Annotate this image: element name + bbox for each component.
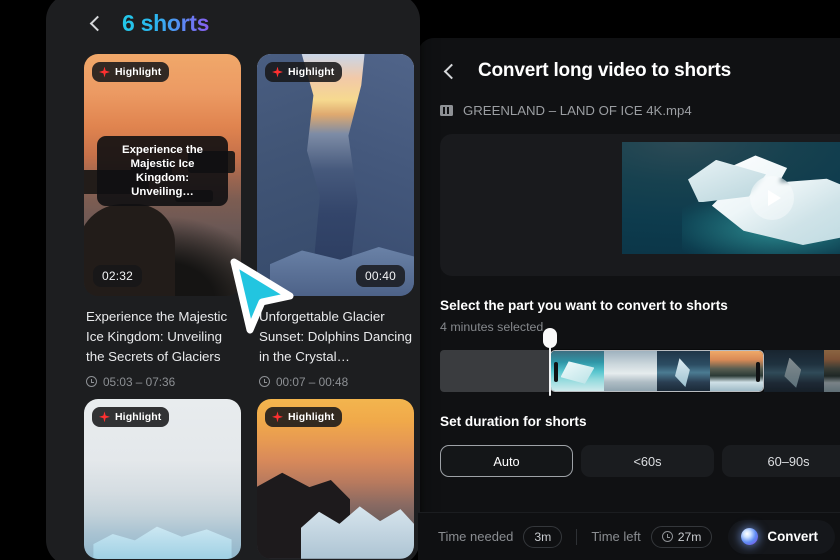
highlight-badge: Highlight [92, 406, 170, 427]
duration-option-auto[interactable]: Auto [440, 445, 573, 477]
convert-panel: Convert long video to shorts GREENLAND –… [418, 38, 840, 560]
page-title: 6 shorts [122, 9, 210, 36]
status-bar: Time needed 3m Time left 27m Convert [418, 512, 840, 560]
convert-panel-title: Convert long video to shorts [478, 60, 732, 81]
highlight-badge-label: Highlight [115, 66, 162, 78]
film-icon [440, 105, 453, 116]
short-card-range: 00:07 – 00:48 [259, 375, 412, 389]
duration-chip: 00:40 [355, 265, 405, 287]
short-card[interactable]: Highlight Experience the Majestic Ice Ki… [84, 54, 241, 389]
highlight-badge-label: Highlight [288, 410, 335, 423]
chevron-left-icon [89, 15, 105, 31]
shorts-panel: 6 shorts Highlight Experience the Majest… [46, 0, 420, 560]
chevron-left-icon [443, 63, 459, 79]
highlight-badge: Highlight [265, 62, 343, 82]
short-card[interactable]: Highlight [84, 398, 241, 559]
convert-panel-header: Convert long video to shorts [418, 38, 840, 82]
time-needed-label: Time needed [438, 529, 514, 544]
timeline-unselected-left[interactable] [440, 350, 550, 392]
short-thumbnail[interactable]: Highlight [84, 398, 241, 559]
highlight-badge: Highlight [265, 406, 343, 427]
set-duration-heading: Set duration for shorts [440, 414, 587, 429]
timeline-frame [604, 351, 657, 391]
trim-handle-left[interactable] [554, 362, 558, 382]
sparkle-icon [99, 66, 110, 78]
play-icon [767, 190, 781, 206]
divider [576, 528, 578, 545]
time-left-value-text: 27m [677, 529, 702, 544]
sparkle-icon [99, 411, 110, 423]
duration-option-60-90s[interactable]: 60–90s [722, 445, 840, 477]
convert-back-button[interactable] [440, 60, 462, 82]
short-card-range-text: 00:07 – 00:48 [276, 374, 349, 389]
playhead-knob[interactable] [543, 328, 557, 348]
caption-overlay: Experience the Majestic Ice Kingdom: Unv… [97, 136, 228, 207]
time-left-label: Time left [591, 529, 641, 544]
short-card-title: Unforgettable Glacier Sunset: Dolphins D… [259, 309, 413, 364]
source-file-row: GREENLAND – LAND OF ICE 4K.mp4 [418, 82, 840, 118]
timeline-frame [657, 351, 710, 391]
time-needed-value: 3m [523, 525, 563, 548]
clock-icon [259, 376, 270, 388]
timeline-unselected-right[interactable] [764, 350, 840, 392]
highlight-badge-label: Highlight [115, 410, 162, 423]
timeline-selection[interactable] [550, 350, 764, 392]
source-file-name: GREENLAND – LAND OF ICE 4K.mp4 [463, 103, 692, 118]
short-card-range-text: 05:03 – 07:36 [103, 374, 176, 389]
sparkle-icon [272, 411, 283, 423]
clock-icon [86, 376, 97, 388]
playhead-marker[interactable] [543, 328, 557, 396]
clock-icon [661, 531, 673, 542]
sparkle-icon [272, 66, 283, 78]
duration-option-under-60s[interactable]: <60s [581, 445, 714, 477]
app-window: 6 shorts Highlight Experience the Majest… [0, 0, 840, 560]
convert-button-label: Convert [767, 529, 819, 544]
highlight-badge: Highlight [92, 62, 170, 82]
highlight-badge-label: Highlight [288, 66, 335, 78]
orb-icon [741, 528, 759, 545]
duration-chip: 02:32 [93, 265, 143, 287]
time-left-value: 27m [650, 525, 713, 548]
short-card-range: 05:03 – 07:36 [86, 375, 239, 389]
video-preview[interactable] [440, 134, 840, 276]
select-part-heading: Select the part you want to convert to s… [440, 298, 728, 313]
video-preview-frame [622, 142, 840, 254]
shorts-back-button[interactable] [86, 12, 108, 34]
timeline-frame [551, 351, 604, 391]
short-card[interactable]: Highlight 00:40 Unforgettable Glacier Su… [257, 54, 414, 389]
short-thumbnail[interactable]: Highlight Experience the Majestic Ice Ki… [84, 54, 241, 296]
short-thumbnail[interactable]: Highlight 00:40 [257, 54, 414, 296]
selected-duration-label: 4 minutes selected [440, 320, 544, 334]
shorts-panel-header: 6 shorts [46, 0, 420, 46]
short-thumbnail[interactable]: Highlight [257, 398, 414, 559]
shorts-grid: Highlight Experience the Majestic Ice Ki… [46, 46, 420, 559]
short-card[interactable]: Highlight [257, 398, 414, 559]
duration-options: Auto <60s 60–90s [440, 445, 840, 477]
play-button[interactable] [750, 176, 794, 220]
trim-handle-right[interactable] [756, 362, 760, 382]
convert-button[interactable]: Convert [728, 519, 836, 554]
short-card-title: Experience the Majestic Ice Kingdom: Unv… [86, 309, 228, 364]
thumbnail-image [257, 54, 414, 296]
timeline-slider[interactable] [440, 328, 840, 396]
